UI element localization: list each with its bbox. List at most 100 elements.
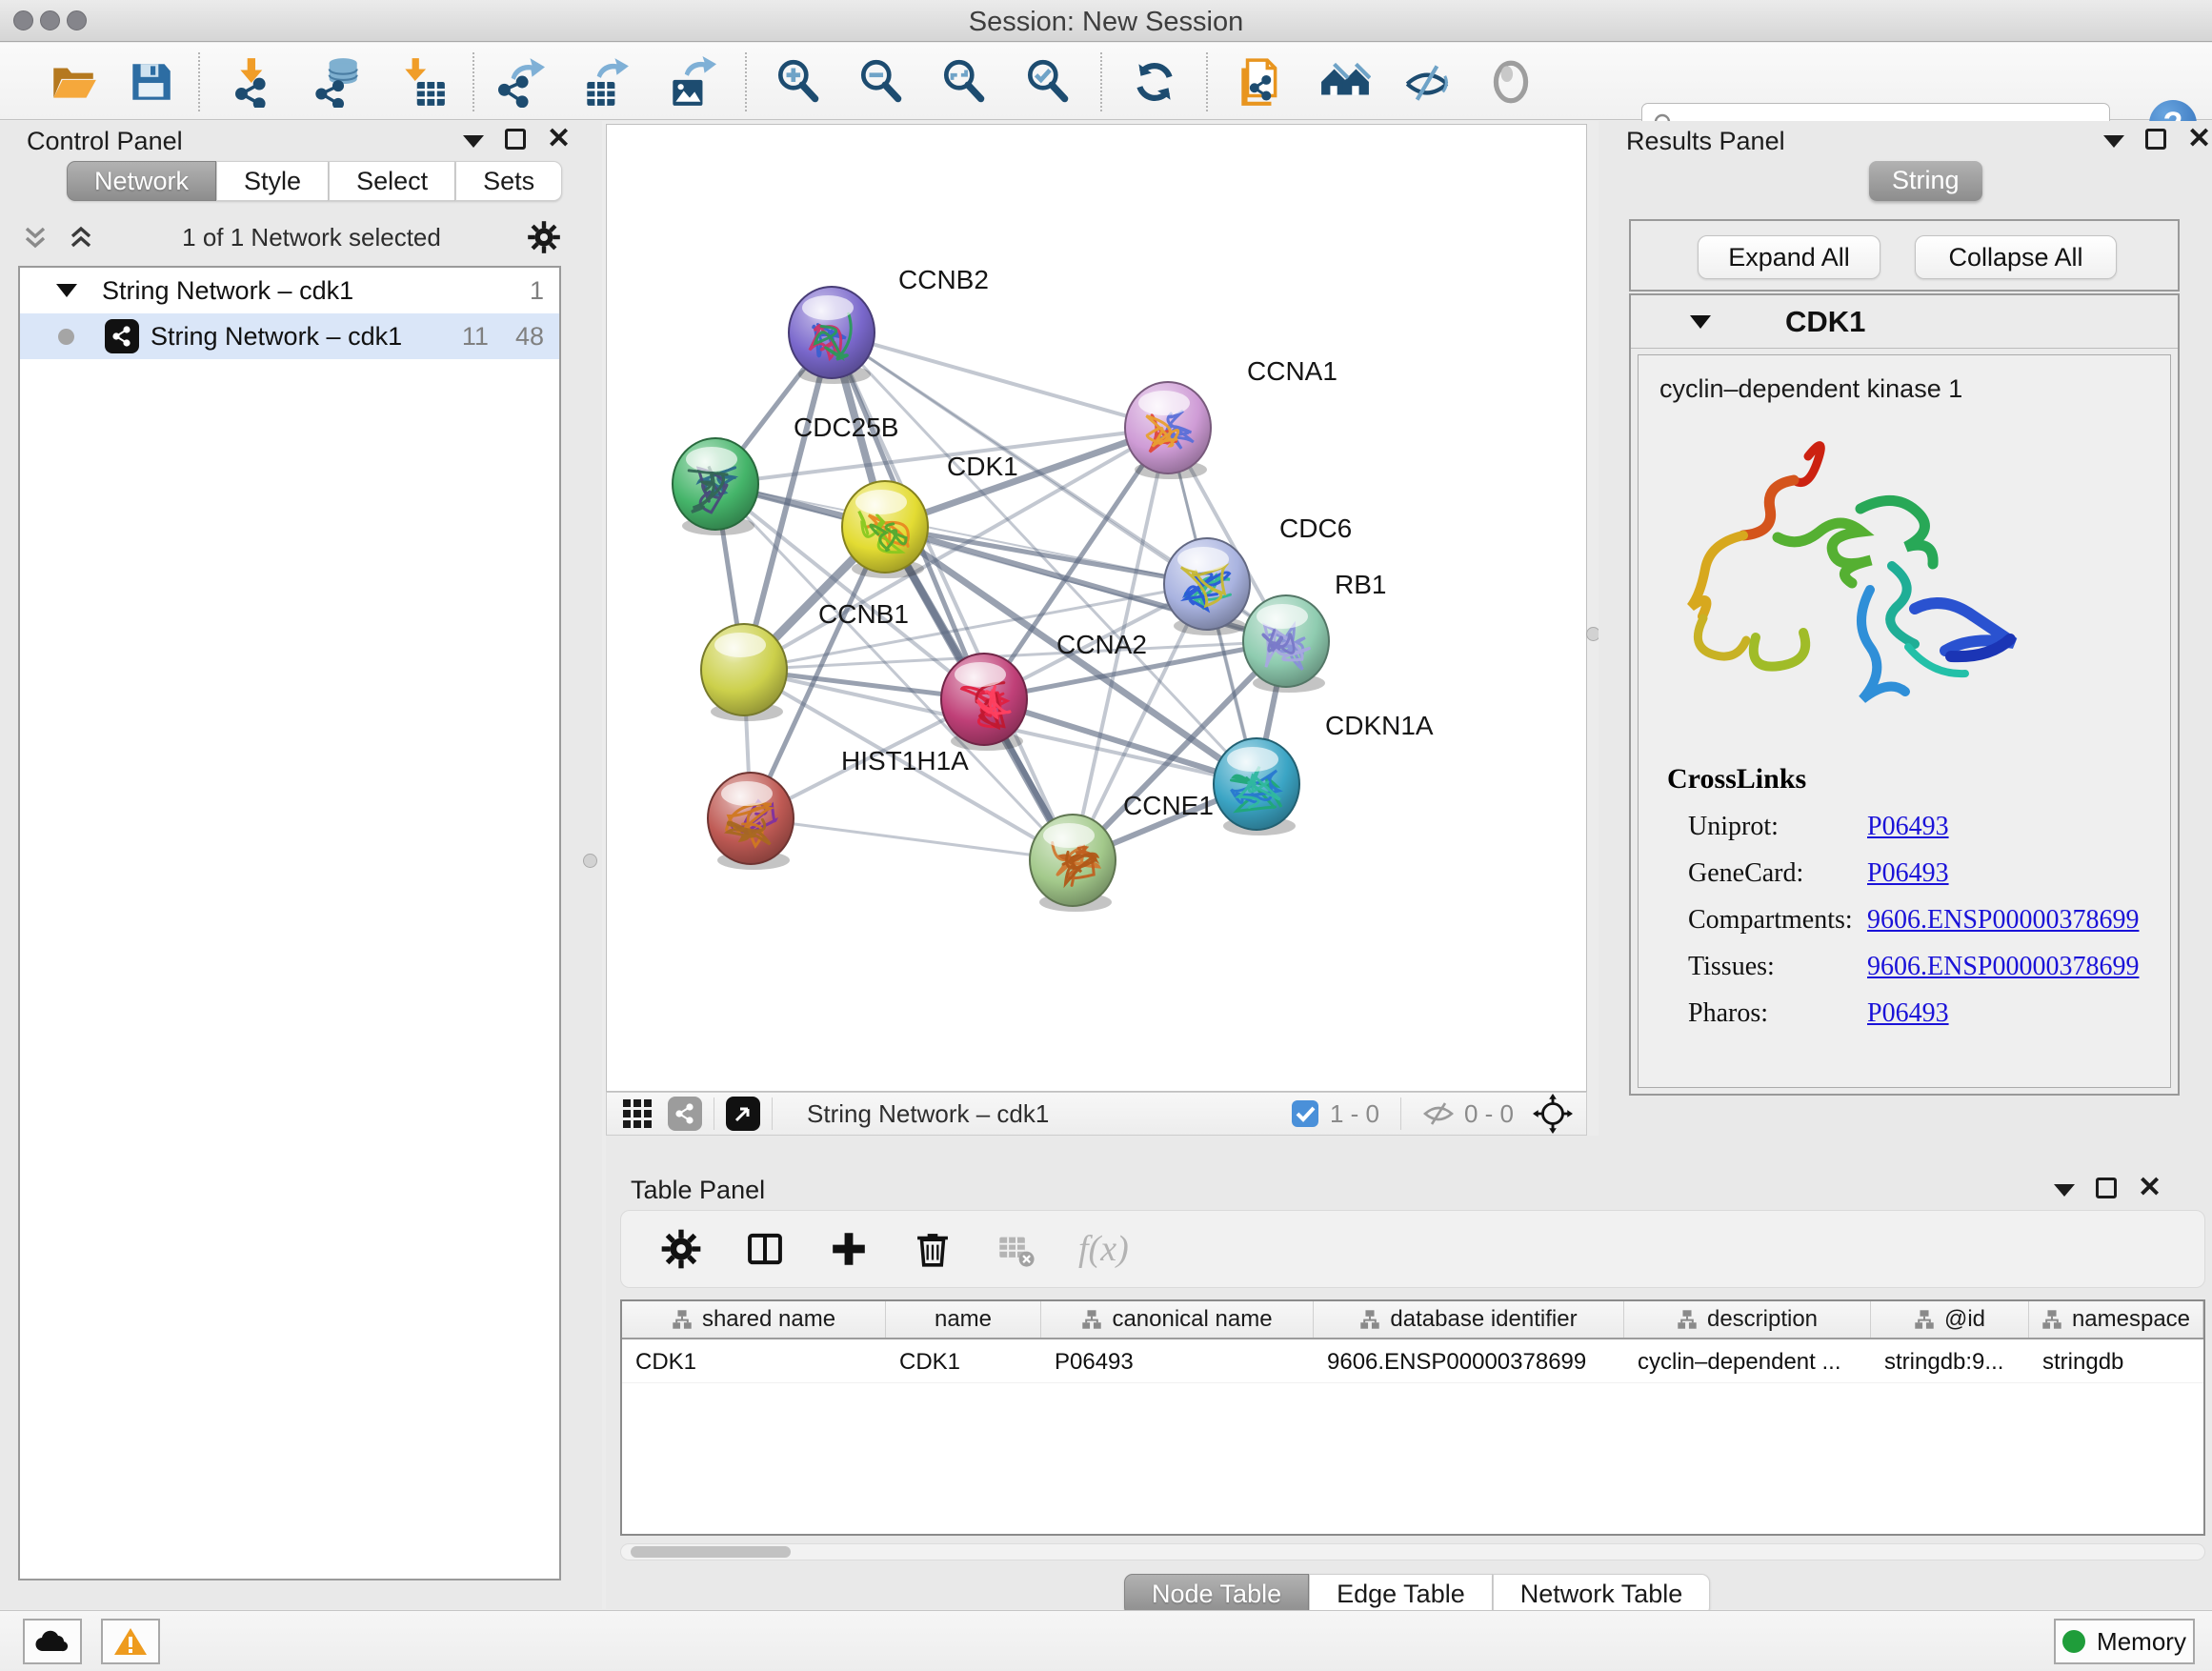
results-actions-box: Expand All Collapse All [1629, 219, 2180, 292]
panel-close-icon[interactable]: ✕ [547, 129, 571, 150]
horizontal-scrollbar[interactable] [620, 1543, 2205, 1560]
tab-string[interactable]: String [1869, 161, 1982, 201]
home-layout-icon[interactable] [1319, 56, 1371, 108]
network-collection-row[interactable]: String Network – cdk1 1 [20, 268, 559, 313]
save-session-icon[interactable] [125, 56, 176, 108]
cell-namespace[interactable]: stringdb [2029, 1339, 2203, 1382]
cell-database-identifier[interactable]: 9606.ENSP00000378699 [1314, 1339, 1624, 1382]
column-header-shared-name[interactable]: shared name [622, 1301, 886, 1338]
zoom-out-icon[interactable] [855, 56, 907, 108]
separator [772, 1097, 773, 1130]
tab-sets[interactable]: Sets [455, 161, 562, 201]
crosslink-uniprot[interactable]: P06493 [1867, 812, 1949, 842]
crosslink-label: Tissues: [1688, 952, 1867, 982]
protein-structure-image [1665, 418, 2046, 761]
network-list: String Network – cdk1 1 String Network –… [18, 266, 561, 1580]
hidden-eye-slash-icon[interactable] [1422, 1099, 1455, 1128]
expand-all-button[interactable]: Expand All [1698, 235, 1880, 279]
crosslink-tissues[interactable]: 9606.ENSP00000378699 [1867, 952, 2139, 982]
panel-float-icon[interactable] [2096, 1178, 2117, 1198]
column-header-namespace[interactable]: namespace [2029, 1301, 2203, 1338]
birds-eye-view-icon[interactable] [620, 1097, 654, 1131]
import-network-file-icon[interactable] [230, 56, 281, 108]
column-header-canonical-name[interactable]: canonical name [1041, 1301, 1314, 1338]
warning-icon [113, 1626, 148, 1657]
panel-menu-icon[interactable] [463, 135, 484, 148]
crosslink-genecard[interactable]: P06493 [1867, 858, 1949, 889]
node-label-HIST1H1A: HIST1H1A [841, 746, 969, 775]
tab-style[interactable]: Style [216, 161, 329, 201]
hide-selected-icon[interactable] [1401, 56, 1453, 108]
node-table[interactable]: shared name name canonical name database… [620, 1299, 2205, 1536]
network-row[interactable]: String Network – cdk1 11 48 [20, 313, 559, 359]
panel-close-icon[interactable]: ✕ [2187, 129, 2211, 150]
cell-description[interactable]: cyclin–dependent ... [1624, 1339, 1871, 1382]
results-panel: Results Panel ✕ String Expand All Collap… [1599, 121, 2212, 1161]
zoom-selected-icon[interactable] [1022, 56, 1074, 108]
string-import-icon[interactable] [1234, 56, 1285, 108]
cell-id[interactable]: stringdb:9... [1871, 1339, 2029, 1382]
main-toolbar: ? [0, 43, 2212, 120]
column-header-description[interactable]: description [1624, 1301, 1871, 1338]
section-collapse-icon[interactable] [1690, 315, 1711, 329]
cloud-status-button[interactable] [23, 1619, 82, 1664]
crosslinks-block: CrossLinks Uniprot:P06493 GeneCard:P0649… [1667, 763, 2139, 1029]
warnings-button[interactable] [101, 1619, 160, 1664]
export-image-icon[interactable] [665, 56, 716, 108]
delete-column-icon[interactable] [911, 1227, 955, 1271]
cell-canonical-name[interactable]: P06493 [1041, 1339, 1314, 1382]
control-panel-title: Control Panel [27, 127, 183, 156]
tab-select[interactable]: Select [329, 161, 455, 201]
cell-shared-name[interactable]: CDK1 [622, 1339, 886, 1382]
collection-expand-icon[interactable] [56, 284, 77, 297]
expand-all-tree-icon[interactable] [65, 223, 97, 252]
show-all-icon[interactable] [1485, 56, 1537, 108]
export-network-icon[interactable] [493, 56, 545, 108]
network-view-toolbar: String Network – cdk1 1 - 0 0 - 0 [606, 1092, 1587, 1136]
add-column-icon[interactable] [827, 1227, 871, 1271]
memory-label: Memory [2097, 1627, 2186, 1657]
column-header-name[interactable]: name [886, 1301, 1041, 1338]
column-header-id[interactable]: @id [1871, 1301, 2029, 1338]
export-table-icon[interactable] [579, 56, 631, 108]
table-options-gear-icon[interactable] [659, 1227, 703, 1271]
import-table-file-icon[interactable] [397, 56, 449, 108]
import-network-database-icon[interactable] [312, 56, 364, 108]
refresh-icon[interactable] [1129, 56, 1180, 108]
window-title: Session: New Session [0, 7, 2212, 38]
delete-table-icon-disabled [995, 1227, 1038, 1271]
panel-menu-icon[interactable] [2103, 135, 2124, 148]
panel-close-icon[interactable]: ✕ [2138, 1178, 2162, 1198]
network-canvas[interactable]: CCNB2CCNA1CDC25BCDK1CDC6RB1CCNB1CCNA2CDK… [606, 124, 1587, 1092]
zoom-in-icon[interactable] [773, 56, 824, 108]
open-in-window-icon[interactable] [726, 1097, 760, 1131]
crosslink-compartments[interactable]: 9606.ENSP00000378699 [1867, 905, 2139, 936]
collapse-all-button[interactable]: Collapse All [1915, 235, 2117, 279]
crosslink-pharos[interactable]: P06493 [1867, 998, 1949, 1029]
collapse-all-tree-icon[interactable] [19, 223, 51, 252]
scrollbar-thumb[interactable] [631, 1546, 791, 1558]
fit-content-crosshair-icon[interactable] [1533, 1094, 1573, 1134]
open-session-icon[interactable] [48, 56, 99, 108]
gene-section-header[interactable]: CDK1 [1631, 295, 2178, 349]
show-columns-icon[interactable] [743, 1227, 787, 1271]
cell-name[interactable]: CDK1 [886, 1339, 1041, 1382]
zoom-fit-icon[interactable] [938, 56, 990, 108]
string-network-graph[interactable]: CCNB2CCNA1CDC25BCDK1CDC6RB1CCNB1CCNA2CDK… [607, 125, 1586, 1091]
node-label-CDK1: CDK1 [947, 452, 1018, 481]
vertical-splitter-handle[interactable] [583, 854, 597, 868]
panel-float-icon[interactable] [2145, 129, 2166, 150]
network-overview-icon[interactable] [668, 1097, 702, 1131]
panel-float-icon[interactable] [505, 129, 526, 150]
network-view-title: String Network – cdk1 [807, 1099, 1049, 1129]
table-row[interactable]: CDK1 CDK1 P06493 9606.ENSP00000378699 cy… [622, 1339, 2203, 1383]
column-header-database-identifier[interactable]: database identifier [1314, 1301, 1624, 1338]
panel-menu-icon[interactable] [2054, 1184, 2075, 1197]
title-bar: Session: New Session [0, 0, 2212, 42]
network-options-gear-icon[interactable] [526, 219, 562, 255]
node-label-CDC25B: CDC25B [794, 413, 898, 442]
separator [1400, 1097, 1401, 1130]
selected-nodes-checkbox-icon[interactable] [1290, 1098, 1320, 1129]
memory-button[interactable]: Memory [2054, 1619, 2195, 1664]
tab-network[interactable]: Network [67, 161, 216, 201]
